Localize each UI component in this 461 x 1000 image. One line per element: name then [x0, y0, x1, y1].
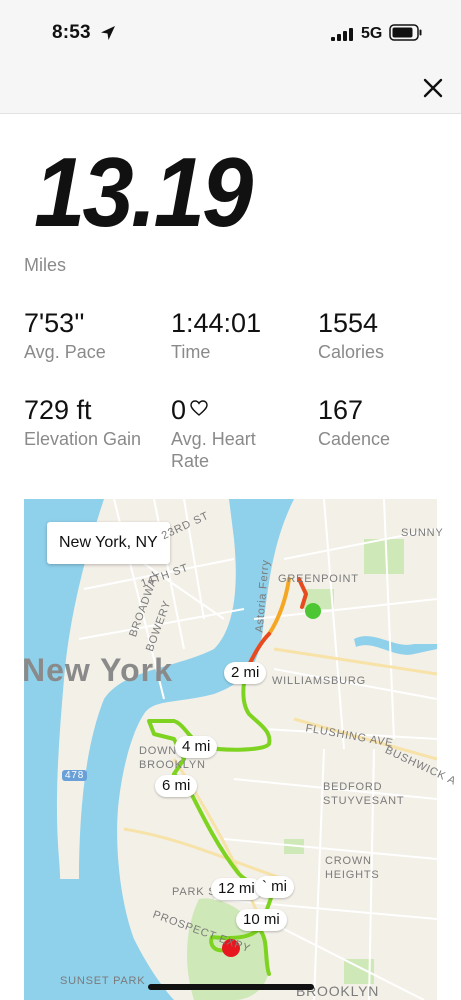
stat-cadence: 167 Cadence [318, 394, 458, 450]
stat-value: 1:44:01 [171, 308, 262, 338]
map-place: BEDFORD STUYVESANT [323, 781, 405, 807]
battery-icon [389, 24, 422, 41]
highway-shield: 478 [62, 770, 88, 781]
stat-avg-pace: 7'53'' Avg. Pace [24, 307, 164, 363]
map-location-label[interactable]: New York, NY [47, 522, 170, 564]
stat-elevation-gain: 729 ft Elevation Gain [24, 394, 144, 450]
mile-marker: 6 mi [155, 775, 198, 797]
mile-marker: 12 mi [211, 878, 262, 900]
map-city-label: New York [22, 652, 173, 688]
map-place: WILLIAMSBURG [272, 675, 366, 687]
stat-label: Time [171, 342, 211, 362]
stat-label: Avg. Heart Rate [171, 429, 256, 471]
stat-label: Elevation Gain [24, 429, 142, 449]
network-type: 5G [361, 25, 383, 42]
stat-value: 1554 [318, 308, 379, 338]
heart-icon [190, 400, 208, 416]
stat-avg-heart-rate: 0 Avg. Heart Rate [171, 394, 281, 472]
map-place: GREENPOINT [278, 573, 359, 585]
location-arrow-icon [101, 26, 115, 40]
stat-value: 729 ft [24, 395, 92, 425]
map-place: SUNSET PARK [60, 975, 146, 987]
signal-icon [331, 28, 353, 41]
mile-marker: ` mi [255, 876, 294, 898]
map-place: CROWN HEIGHTS [325, 855, 380, 881]
stat-label: Calories [318, 342, 385, 362]
stat-label: Avg. Pace [24, 342, 106, 362]
close-button[interactable] [421, 76, 445, 100]
distance-unit: Miles [24, 255, 67, 275]
mile-marker: 4 mi [175, 736, 218, 758]
home-indicator[interactable] [148, 984, 314, 990]
stat-label: Cadence [318, 429, 391, 449]
distance-value: 13.19 [34, 137, 253, 247]
map-canvas [24, 499, 437, 1000]
mile-marker: 10 mi [236, 909, 287, 931]
status-bar: 8:53 5G [0, 0, 461, 62]
route-map[interactable] [24, 499, 437, 1000]
stat-calories: 1554 Calories [318, 307, 458, 363]
stat-value: 0 [171, 395, 187, 425]
nav-bar [0, 62, 461, 114]
stat-time: 1:44:01 Time [171, 307, 311, 363]
status-time: 8:53 [52, 22, 91, 43]
map-place: SUNNY [401, 527, 444, 539]
stat-value: 7'53'' [24, 308, 85, 338]
mile-marker: 2 mi [224, 662, 267, 684]
stat-value: 167 [318, 395, 364, 425]
